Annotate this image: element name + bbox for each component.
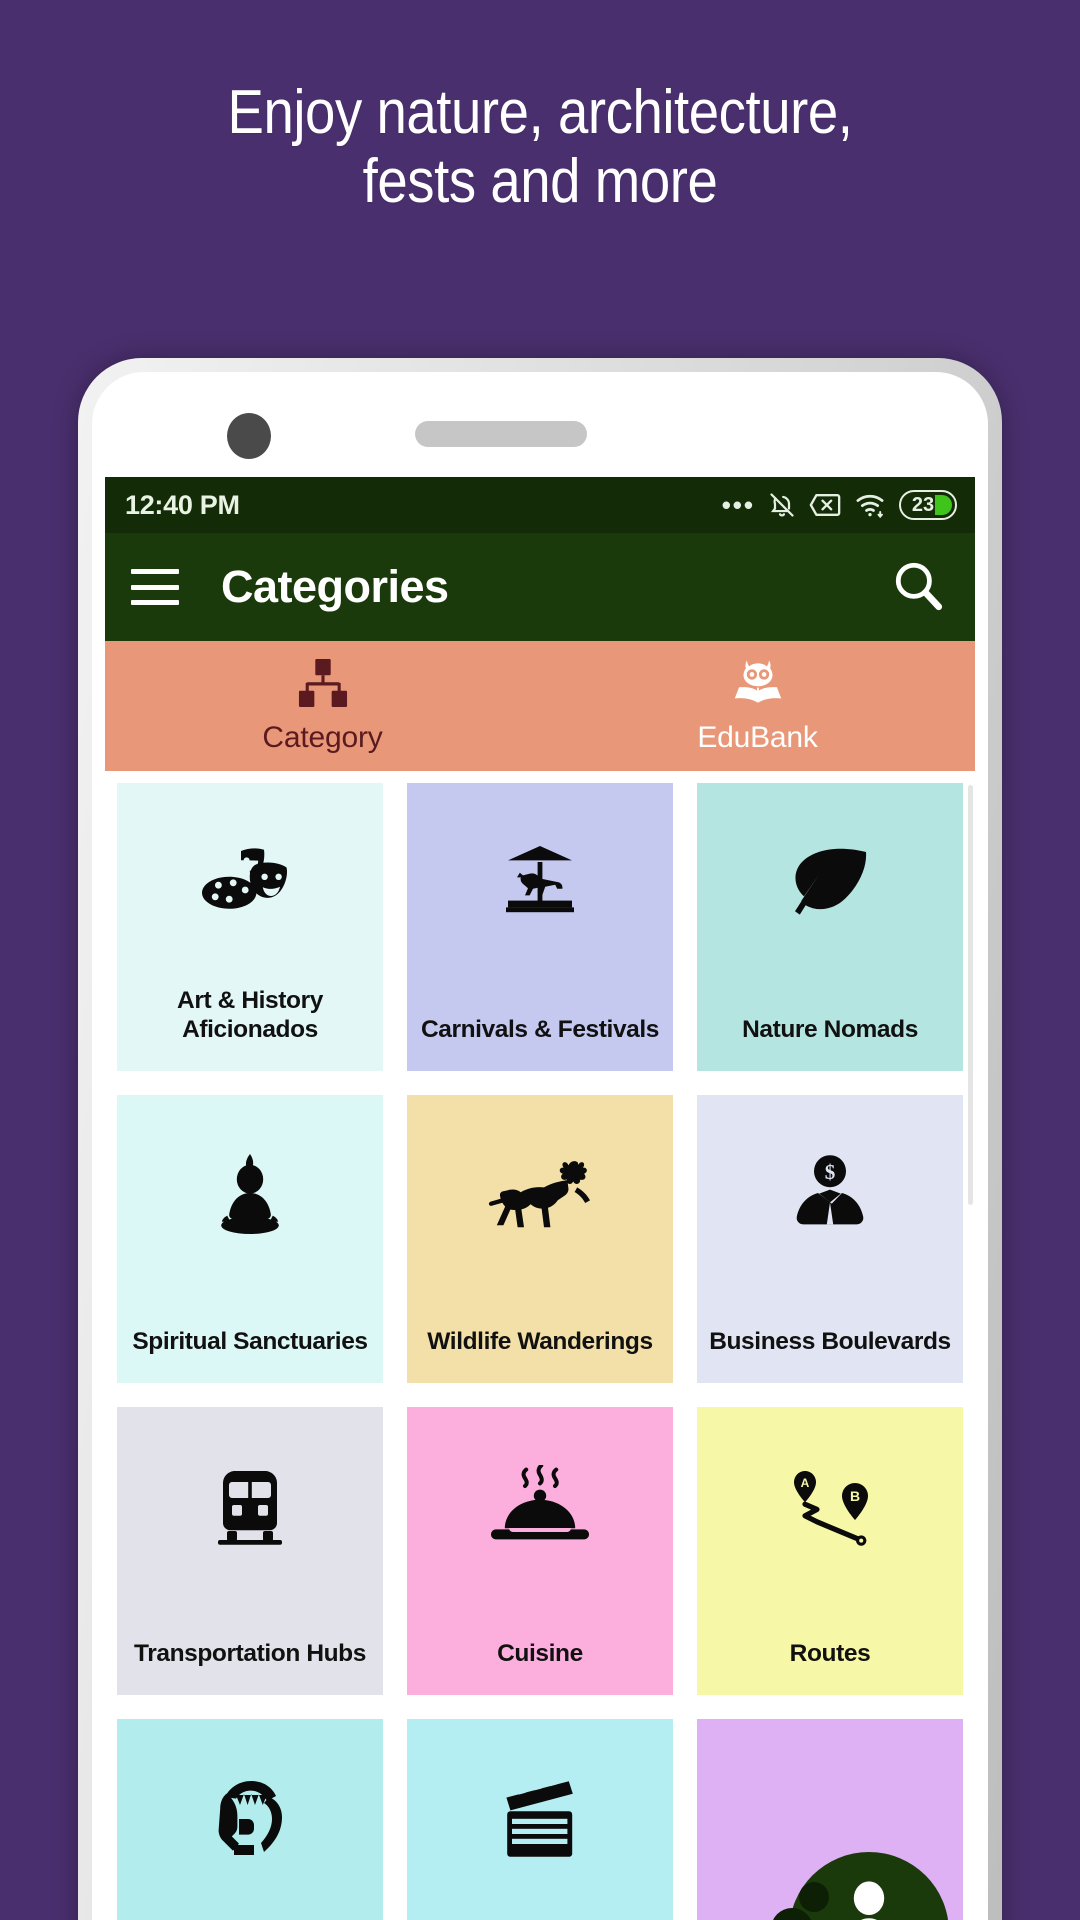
category-card[interactable]: Carnivals & Festivals [407,783,673,1071]
category-grid[interactable]: Art & History Aficionados Carnivals & Fe… [105,771,975,1920]
food-cloche-icon [407,1407,673,1607]
category-card-label: Spiritual Sanctuaries [132,1328,368,1356]
svg-text:$: $ [825,1160,836,1184]
category-card[interactable] [407,1719,673,1920]
category-card[interactable]: Cuisine [407,1407,673,1695]
app-bar: Categories [105,533,975,641]
meditation-person-icon [853,1881,885,1920]
leaf-icon [697,783,963,983]
owl-book-icon [731,658,785,713]
headline-line-1: Enjoy nature, architecture, [227,78,853,147]
category-card[interactable]: Art & History Aficionados [117,783,383,1071]
category-card-label: Routes [789,1640,871,1668]
category-card-label: Nature Nomads [742,1016,918,1044]
buddha-icon [117,1095,383,1295]
category-card-label: Cuisine [497,1640,583,1668]
train-icon [117,1407,383,1607]
category-card[interactable]: A B Routes [697,1407,963,1695]
notifications-off-icon [768,490,796,520]
svg-text:A: A [801,1476,810,1490]
theater-masks-palette-icon [117,783,383,983]
category-card[interactable]: Transportation Hubs [117,1407,383,1695]
tab-label-edubank: EduBank [697,720,818,754]
carousel-icon [407,783,673,983]
wifi-icon [854,491,886,519]
category-card-label: Transportation Hubs [134,1640,366,1668]
businessman-dollar-icon: $ [697,1095,963,1295]
category-card[interactable]: $ Business Boulevards [697,1095,963,1383]
category-card[interactable] [117,1719,383,1920]
battery-fill [935,495,952,515]
tab-category[interactable]: Category [105,641,540,771]
tab-label-category: Category [262,720,383,754]
category-card[interactable]: Nature Nomads [697,783,963,1071]
category-card-label: Wildlife Wanderings [427,1328,653,1356]
page-title: Categories [221,561,449,612]
front-camera-icon [227,413,271,459]
clapperboard-icon [407,1719,673,1919]
hamburger-bar [131,569,179,574]
hamburger-bar [131,600,179,605]
fab-bubble [799,1882,829,1912]
status-time: 12:40 PM [125,489,240,520]
battery-icon: 23 [899,490,957,520]
route-pins-icon: A B [697,1407,963,1607]
status-icon-group: ••• 23 [722,490,957,520]
promo-headline: Enjoy nature, architecture, fests and mo… [65,78,1015,217]
phone-screen: 12:40 PM ••• 23 Categories Category EduB… [105,385,975,1920]
hierarchy-icon [296,658,350,713]
category-card-label: Art & History Aficionados [177,987,323,1044]
category-card[interactable]: Wildlife Wanderings [407,1095,673,1383]
tab-edubank[interactable]: EduBank [540,641,975,771]
phone-bezel-inner: 12:40 PM ••• 23 Categories Category EduB… [92,372,988,1920]
battery-level: 23 [911,493,935,516]
category-card-label: Business Boulevards [709,1328,951,1356]
hamburger-menu-icon[interactable] [131,569,179,605]
svg-text:B: B [850,1488,860,1504]
lion-icon [407,1095,673,1295]
spartan-helmet-icon [117,1719,383,1919]
tab-bar: Category EduBank [105,641,975,771]
scrollbar[interactable] [968,785,973,1205]
more-dots-icon: ••• [721,490,755,520]
no-sim-icon [809,492,841,518]
headline-line-2: fests and more [362,147,718,217]
category-card-label: Carnivals & Festivals [420,1016,660,1044]
category-card[interactable]: Spiritual Sanctuaries [117,1095,383,1383]
earpiece-speaker [415,421,587,447]
hamburger-bar [131,584,179,590]
status-bar: 12:40 PM ••• 23 [105,477,975,533]
phone-frame: 12:40 PM ••• 23 Categories Category EduB… [78,358,1002,1920]
search-icon[interactable] [891,558,945,617]
